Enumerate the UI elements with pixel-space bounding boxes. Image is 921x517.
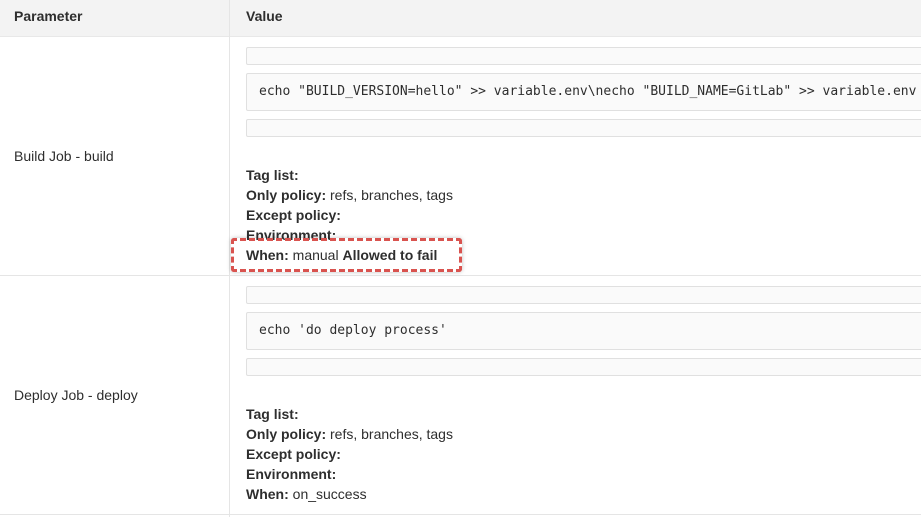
environment: Environment: [246,466,337,482]
except-policy: Except policy: [246,207,341,223]
table-header: Parameter Value [0,0,921,37]
script-box: echo "BUILD_VERSION=hello" >> variable.e… [246,73,921,111]
after-script-box [246,119,921,137]
job-name: Build Job - build [14,148,114,164]
only-policy: Only policy: refs, branches, tags [246,187,453,203]
after-script-box [246,358,921,376]
tag-list: Tag list: [246,406,299,422]
only-policy: Only policy: refs, branches, tags [246,426,453,442]
before-script-box [246,47,921,65]
row-divider [0,275,921,276]
job-name: Deploy Job - deploy [14,387,138,403]
script-box: echo 'do deploy process' [246,312,921,350]
header-value: Value [246,8,283,24]
tag-list: Tag list: [246,167,299,183]
before-script-box [246,286,921,304]
header-parameter: Parameter [14,8,83,24]
row-divider-bottom [0,514,921,515]
when: When: on_success [246,486,367,502]
highlight-annotation [231,238,462,272]
column-divider [229,0,230,517]
except-policy: Except policy: [246,446,341,462]
